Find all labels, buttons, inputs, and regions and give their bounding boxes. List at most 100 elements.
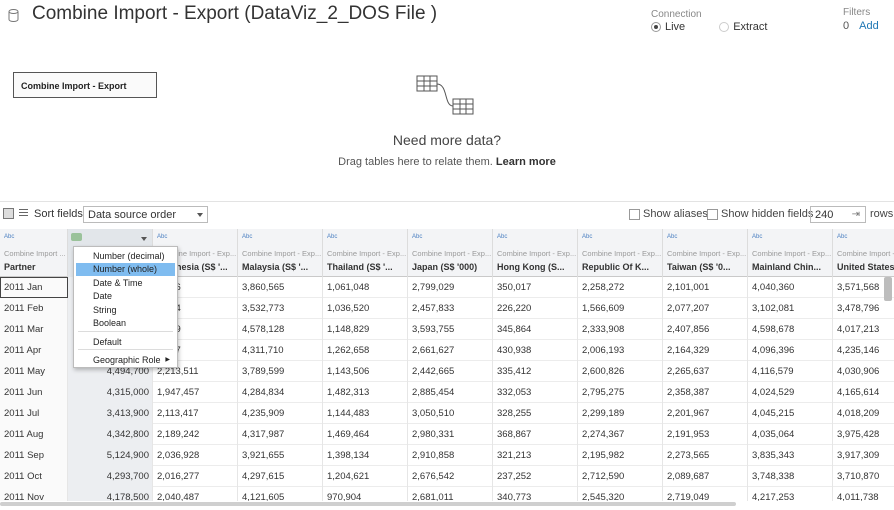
- grid-view-icon[interactable]: [3, 208, 14, 219]
- row-label-cell[interactable]: 2011 Nov: [0, 487, 68, 501]
- table-cell[interactable]: 2,036,928: [153, 445, 238, 466]
- column-header[interactable]: Abc Combine Import ... Partner: [0, 229, 68, 277]
- table-cell[interactable]: 2,299,189: [578, 403, 663, 424]
- table-cell[interactable]: 3,789,599: [238, 361, 323, 382]
- table-cell[interactable]: 4,045,215: [748, 403, 833, 424]
- table-cell[interactable]: 340,773: [493, 487, 578, 501]
- table-cell[interactable]: 226,220: [493, 298, 578, 319]
- menu-item[interactable]: Date: [74, 290, 177, 303]
- table-cell[interactable]: 335,412: [493, 361, 578, 382]
- menu-item[interactable]: Default: [74, 336, 177, 349]
- table-cell[interactable]: 4,342,800: [68, 424, 153, 445]
- table-cell[interactable]: 2,442,665: [408, 361, 493, 382]
- table-cell[interactable]: 2,910,858: [408, 445, 493, 466]
- table-cell[interactable]: 1,262,658: [323, 340, 408, 361]
- table-cell[interactable]: 4,024,529: [748, 382, 833, 403]
- table-cell[interactable]: 4,293,700: [68, 466, 153, 487]
- table-cell[interactable]: 2,719,049: [663, 487, 748, 501]
- row-label-cell[interactable]: 2011 Apr: [0, 340, 68, 361]
- table-cell[interactable]: 2,545,320: [578, 487, 663, 501]
- list-view-icon[interactable]: [19, 209, 28, 218]
- table-cell[interactable]: 4,121,605: [238, 487, 323, 501]
- table-cell[interactable]: 3,050,510: [408, 403, 493, 424]
- table-cell[interactable]: 4,116,579: [748, 361, 833, 382]
- column-header[interactable]: Abc Combine Import - Exp... Japan (S$ '000…: [408, 229, 493, 277]
- table-cell[interactable]: 2,457,833: [408, 298, 493, 319]
- table-cell[interactable]: 2,265,637: [663, 361, 748, 382]
- extract-radio[interactable]: [719, 22, 730, 32]
- table-cell[interactable]: 2,258,272: [578, 277, 663, 298]
- table-cell[interactable]: 2,676,542: [408, 466, 493, 487]
- page-title[interactable]: Combine Import - Export (DataViz_2_DOS F…: [32, 3, 437, 25]
- table-cell[interactable]: 3,917,309: [833, 445, 894, 466]
- column-header[interactable]: Abc Combine Import - ... United States: [833, 229, 894, 277]
- row-label-cell[interactable]: 2011 Jan: [0, 277, 68, 298]
- table-cell[interactable]: 3,102,081: [748, 298, 833, 319]
- table-cell[interactable]: 4,178,500: [68, 487, 153, 501]
- row-label-cell[interactable]: 2011 Oct: [0, 466, 68, 487]
- table-cell[interactable]: 2,273,565: [663, 445, 748, 466]
- table-cell[interactable]: 3,975,428: [833, 424, 894, 445]
- row-label-cell[interactable]: 2011 Feb: [0, 298, 68, 319]
- table-cell[interactable]: 4,011,738: [833, 487, 894, 501]
- show-hidden-checkbox[interactable]: [707, 209, 718, 220]
- table-cell[interactable]: 2,089,687: [663, 466, 748, 487]
- table-cell[interactable]: 2,681,011: [408, 487, 493, 501]
- menu-item[interactable]: Boolean: [74, 317, 177, 330]
- column-header[interactable]: Abc Combine Import - Exp... Mainland Chin.…: [748, 229, 833, 277]
- table-cell[interactable]: 332,053: [493, 382, 578, 403]
- table-cell[interactable]: 4,096,396: [748, 340, 833, 361]
- table-cell[interactable]: 4,578,128: [238, 319, 323, 340]
- table-cell[interactable]: 3,748,338: [748, 466, 833, 487]
- table-cell[interactable]: 321,213: [493, 445, 578, 466]
- table-cell[interactable]: 2,799,029: [408, 277, 493, 298]
- table-cell[interactable]: 1,398,134: [323, 445, 408, 466]
- table-cell[interactable]: 3,860,565: [238, 277, 323, 298]
- table-cell[interactable]: 1,469,464: [323, 424, 408, 445]
- table-cell[interactable]: 4,018,209: [833, 403, 894, 424]
- table-cell[interactable]: 1,148,829: [323, 319, 408, 340]
- table-cell[interactable]: 3,413,900: [68, 403, 153, 424]
- table-cell[interactable]: 4,017,213: [833, 319, 894, 340]
- show-aliases-checkbox[interactable]: [629, 209, 640, 220]
- table-cell[interactable]: 1,144,483: [323, 403, 408, 424]
- chevron-down-icon[interactable]: [141, 237, 147, 241]
- table-cell[interactable]: 970,904: [323, 487, 408, 501]
- row-label-cell[interactable]: 2011 May: [0, 361, 68, 382]
- column-header[interactable]: Abc Combine Import - Exp... Taiwan (S$ '0.…: [663, 229, 748, 277]
- table-cell[interactable]: 2,077,207: [663, 298, 748, 319]
- table-cell[interactable]: 350,017: [493, 277, 578, 298]
- table-cell[interactable]: 237,252: [493, 466, 578, 487]
- table-cell[interactable]: 1,036,520: [323, 298, 408, 319]
- table-pill[interactable]: Combine Import - Export: [13, 72, 157, 98]
- table-cell[interactable]: 2,712,590: [578, 466, 663, 487]
- table-cell[interactable]: 4,317,987: [238, 424, 323, 445]
- row-label-cell[interactable]: 2011 Aug: [0, 424, 68, 445]
- table-cell[interactable]: 2,164,329: [663, 340, 748, 361]
- table-cell[interactable]: 1,143,506: [323, 361, 408, 382]
- table-cell[interactable]: 3,532,773: [238, 298, 323, 319]
- table-cell[interactable]: 5,124,900: [68, 445, 153, 466]
- table-cell[interactable]: 4,311,710: [238, 340, 323, 361]
- arrow-right-icon[interactable]: ⇥: [852, 209, 860, 220]
- table-cell[interactable]: 2,980,331: [408, 424, 493, 445]
- table-cell[interactable]: 1,204,621: [323, 466, 408, 487]
- menu-item[interactable]: String: [74, 304, 177, 317]
- table-cell[interactable]: 1,566,609: [578, 298, 663, 319]
- table-cell[interactable]: 2,195,982: [578, 445, 663, 466]
- table-cell[interactable]: 2,358,387: [663, 382, 748, 403]
- table-cell[interactable]: 4,235,909: [238, 403, 323, 424]
- table-cell[interactable]: 4,297,615: [238, 466, 323, 487]
- table-cell[interactable]: 2,333,908: [578, 319, 663, 340]
- table-cell[interactable]: 2,795,275: [578, 382, 663, 403]
- rows-input[interactable]: 240 ⇥: [810, 206, 866, 223]
- table-cell[interactable]: 2,113,417: [153, 403, 238, 424]
- live-radio[interactable]: [651, 22, 661, 32]
- live-label[interactable]: Live: [665, 21, 685, 33]
- column-header[interactable]: Abc Combine Import - Exp... Malaysia (S$ '…: [238, 229, 323, 277]
- horizontal-scrollbar[interactable]: [0, 502, 736, 506]
- table-cell[interactable]: 345,864: [493, 319, 578, 340]
- table-cell[interactable]: 4,030,906: [833, 361, 894, 382]
- menu-item[interactable]: Geographic Role ▶: [74, 354, 177, 367]
- table-cell[interactable]: 3,835,343: [748, 445, 833, 466]
